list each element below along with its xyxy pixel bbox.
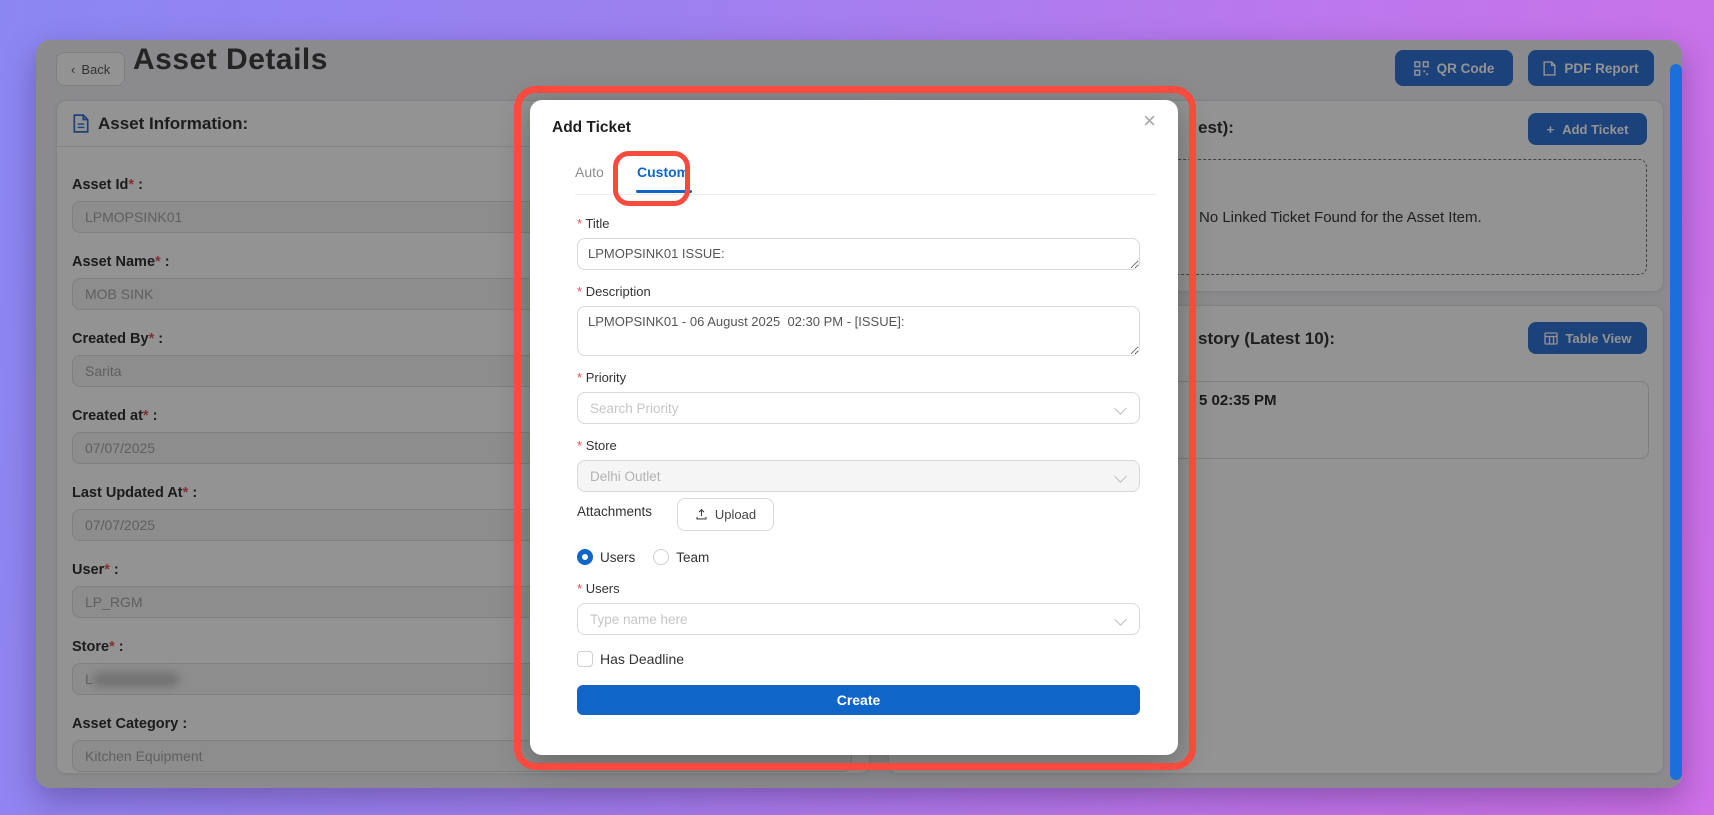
has-deadline-option[interactable]: Has Deadline xyxy=(577,651,684,667)
radio-option-users[interactable]: Users xyxy=(577,549,635,565)
assignee-radio-group: Users Team xyxy=(577,549,709,565)
modal-title: Add Ticket xyxy=(552,119,631,136)
store-select: Delhi Outlet xyxy=(577,460,1140,492)
upload-icon xyxy=(695,508,708,521)
priority-label: * Priority xyxy=(577,370,627,385)
description-label: * Description xyxy=(577,284,651,299)
checkbox-icon[interactable] xyxy=(577,651,593,667)
screenshot-stage: ‹ Back Asset Details QR Code PDF Report … xyxy=(0,0,1714,815)
tab-auto[interactable]: Auto xyxy=(575,164,604,180)
add-ticket-modal: Add Ticket × Auto Custom * Title LPMOPSI… xyxy=(530,100,1178,755)
chevron-down-icon xyxy=(1114,613,1127,626)
create-button[interactable]: Create xyxy=(577,685,1140,715)
deadline-row: Has Deadline xyxy=(577,651,684,667)
attachments-label: Attachments xyxy=(577,504,653,519)
chevron-down-icon xyxy=(1114,470,1127,483)
store-field-label: * Store xyxy=(577,438,617,453)
close-icon[interactable]: × xyxy=(1143,110,1156,132)
priority-select[interactable]: Search Priority xyxy=(577,392,1140,424)
users-select[interactable]: Type name here xyxy=(577,603,1140,635)
title-label: * Title xyxy=(577,216,610,231)
tabs-divider xyxy=(575,194,1156,195)
upload-button[interactable]: Upload xyxy=(677,498,774,531)
radio-unselected-icon[interactable] xyxy=(653,549,670,565)
description-textarea[interactable]: LPMOPSINK01 - 06 August 2025 02:30 PM - … xyxy=(577,306,1140,356)
radio-option-team[interactable]: Team xyxy=(653,549,709,565)
tab-custom[interactable]: Custom xyxy=(637,164,689,180)
active-tab-underline xyxy=(636,190,692,193)
radio-selected-icon[interactable] xyxy=(577,549,593,565)
users-field-label: * Users xyxy=(577,581,620,596)
chevron-down-icon xyxy=(1114,402,1127,415)
scrollbar-thumb[interactable] xyxy=(1670,64,1682,780)
title-textarea[interactable]: LPMOPSINK01 ISSUE: xyxy=(577,238,1140,270)
